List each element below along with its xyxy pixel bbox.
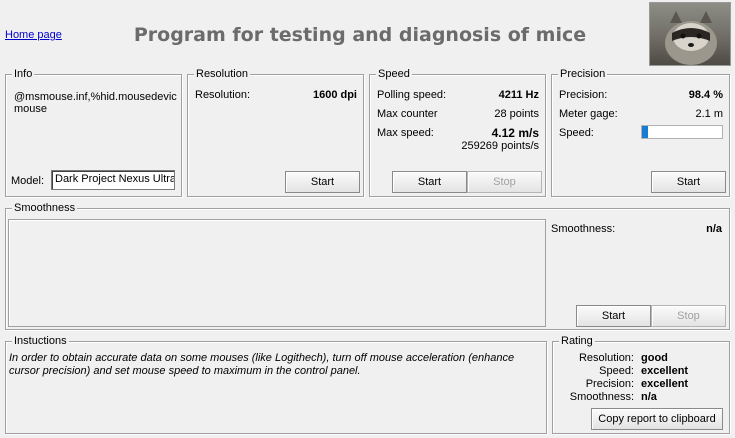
precision-label: Precision:: [559, 89, 608, 101]
app-title: Program for testing and diagnosis of mic…: [133, 24, 587, 46]
rating-speed-label: Speed:: [599, 365, 634, 377]
max-speed-label: Max speed:: [377, 127, 434, 139]
rating-precision-label: Precision:: [585, 378, 634, 390]
precision-value: 98.4 %: [688, 89, 723, 101]
rating-speed-value: excellent: [641, 365, 689, 377]
smoothness-value: n/a: [706, 223, 722, 235]
info-legend: Info: [12, 68, 35, 81]
resolution-value: 1600 dpi: [312, 89, 357, 101]
smoothness-group: Smoothness Smoothness: n/a Start Stop: [5, 202, 730, 330]
instructions-text: In order to obtain accurate data on some…: [9, 352, 515, 377]
polling-speed-label: Polling speed:: [377, 89, 447, 101]
smoothness-label: Smoothness:: [551, 223, 616, 235]
model-field[interactable]: Dark Project Nexus Ultra: [51, 170, 175, 190]
rating-precision-value: excellent: [641, 378, 689, 390]
smoothness-stop-button[interactable]: Stop: [651, 305, 726, 327]
speed-start-button[interactable]: Start: [392, 171, 467, 193]
max-speed-value: 4.12 m/s: [491, 126, 539, 140]
rating-group: Rating Resolution: good Speed: excellent…: [552, 335, 730, 434]
speed-legend: Speed: [376, 68, 412, 81]
rating-resolution-value: good: [641, 352, 668, 364]
rating-legend: Rating: [559, 335, 595, 348]
smoothness-start-button[interactable]: Start: [576, 305, 651, 327]
max-speed-points: 259269 points/s: [461, 140, 539, 152]
precision-group: Precision Precision: 98.4 % Meter gage: …: [551, 68, 730, 197]
rating-smoothness-label: Smoothness:: [569, 391, 634, 403]
meter-gage-value: 2.1 m: [695, 108, 723, 120]
max-counter-value: 28 points: [494, 108, 539, 120]
instructions-group: Instuctions In order to obtain accurate …: [5, 335, 547, 434]
resolution-label: Resolution:: [195, 89, 251, 101]
resolution-start-button[interactable]: Start: [285, 171, 360, 193]
device-id-line2: mouse: [14, 103, 48, 115]
resolution-group: Resolution Resolution: 1600 dpi Start: [187, 68, 364, 197]
smoothness-graph-area[interactable]: [8, 219, 546, 327]
max-counter-label: Max counter: [377, 108, 438, 120]
speed-stop-button[interactable]: Stop: [467, 171, 542, 193]
device-id-line1: @msmouse.inf,%hid.mousedevic: [14, 91, 177, 103]
rating-smoothness-value: n/a: [641, 391, 657, 403]
smoothness-legend: Smoothness: [12, 202, 78, 215]
copy-report-button[interactable]: Copy report to clipboard: [591, 408, 723, 430]
speed-progress-fill: [642, 126, 649, 138]
rating-resolution-label: Resolution:: [578, 352, 634, 364]
precision-speed-label: Speed:: [559, 127, 594, 139]
raccoon-photo-icon: [649, 2, 731, 66]
model-label: Model:: [11, 175, 45, 187]
polling-speed-value: 4211 Hz: [498, 89, 539, 101]
info-group: Info @msmouse.inf,%hid.mousedevic mouse …: [5, 68, 182, 197]
speed-progress-bar: [641, 125, 723, 139]
precision-legend: Precision: [558, 68, 608, 81]
precision-start-button[interactable]: Start: [651, 171, 726, 193]
meter-gage-label: Meter gage:: [559, 108, 618, 120]
resolution-legend: Resolution: [194, 68, 250, 81]
instructions-legend: Instuctions: [12, 335, 69, 348]
speed-group: Speed Polling speed: 4211 Hz Max counter…: [369, 68, 546, 197]
